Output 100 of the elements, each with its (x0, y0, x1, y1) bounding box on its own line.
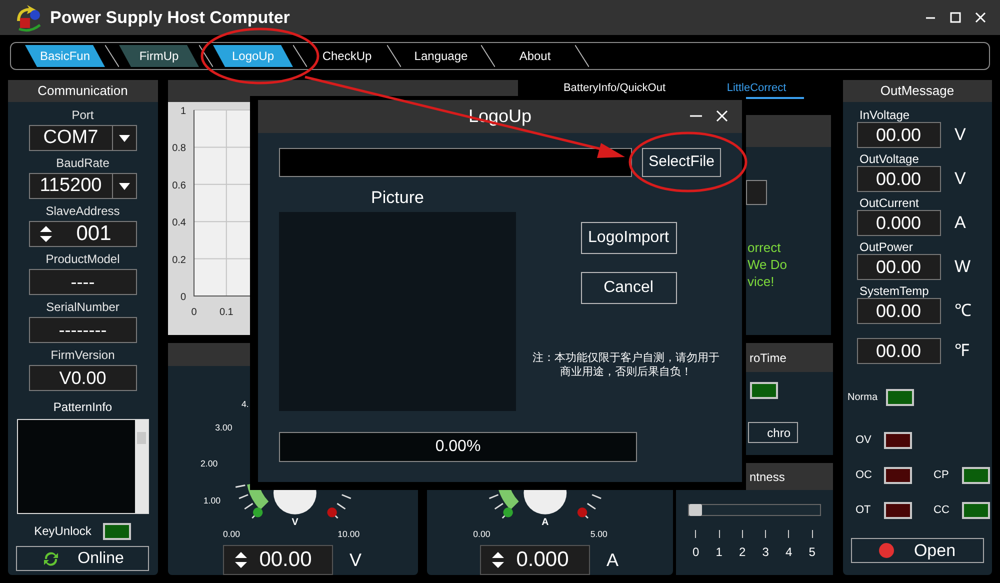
gauge-arc (246, 482, 268, 510)
value-display: 00.00 (856, 166, 940, 192)
input-field[interactable] (746, 180, 766, 205)
select-file-button[interactable]: SelectFile (642, 148, 721, 177)
axis-tick-label: 0.1 (218, 307, 233, 318)
reading-label: OutPower (860, 239, 914, 254)
warning-text: orrect (748, 239, 782, 256)
scale-label: 5 (808, 544, 816, 561)
side-tab[interactable]: BatteryInfo/QuickOut (520, 80, 710, 99)
value-display: 00.00 (856, 254, 940, 280)
slider-thumb[interactable] (688, 504, 702, 516)
dropdown[interactable]: 115200 (28, 173, 137, 199)
axis-tick-label: 0.4 (172, 218, 186, 229)
tab-separator (293, 45, 307, 67)
open-button[interactable]: Open (850, 538, 984, 563)
value-display: ---- (28, 269, 137, 295)
nav-tab[interactable]: FirmUp (119, 45, 199, 67)
field-label: FirmVersion (50, 348, 115, 362)
spinner-field[interactable]: 001 (28, 221, 137, 247)
axis-tick-label: 1 (180, 106, 186, 117)
tab-separator (105, 45, 119, 67)
dropdown[interactable]: COM7 (28, 125, 137, 151)
field-label: KeyUnlock (34, 523, 92, 540)
spinner-field[interactable]: 0.000 (480, 545, 590, 575)
field-label: SlaveAddress (46, 204, 120, 218)
reading-label: OutVoltage (860, 151, 920, 166)
spinner-arrows-icon[interactable] (38, 225, 53, 243)
unit-label: ℉ (954, 340, 970, 362)
scale-label: 1 (716, 544, 722, 561)
maximize-icon[interactable] (950, 12, 961, 23)
axis-tick-label: 0.6 (172, 180, 186, 192)
tab-separator (481, 45, 495, 67)
indicator-label: Norma (848, 391, 879, 405)
axis-tick-label: 0.2 (172, 254, 186, 266)
scale-label: 4 (786, 544, 792, 561)
unit-label: V (954, 168, 966, 190)
indicator-label: OT (856, 503, 872, 518)
slider-track[interactable] (688, 504, 820, 516)
scale-label: 1.00 (202, 496, 220, 506)
value-display: 00.00 (856, 338, 940, 364)
sync-button[interactable]: chro (748, 422, 798, 443)
online-button[interactable]: Online (16, 546, 150, 571)
unit-label: V (954, 124, 966, 146)
unit-label: V (349, 548, 362, 572)
dial-unit: A (541, 518, 548, 529)
scale-label: 0.00 (472, 529, 490, 540)
scale-label: 10.00 (337, 529, 360, 540)
scale-label: 2.00 (200, 458, 218, 469)
indicator-label: OC (856, 468, 873, 484)
caret-down-icon (118, 182, 130, 190)
panel-title: OutMessage (842, 80, 992, 102)
value-display: 0.000 (856, 210, 940, 236)
scale-label: 2 (739, 544, 746, 561)
dial-unit: V (291, 518, 298, 529)
value-display: 00.00 (856, 122, 940, 148)
value-display: 00.00 (856, 298, 940, 324)
warning-text: vice! (748, 273, 776, 290)
indicator-label: OV (856, 433, 872, 448)
field-label: PatternInfo (53, 400, 112, 414)
max-marker (326, 508, 336, 518)
tab-separator (387, 45, 401, 67)
picture-label: Picture (371, 187, 424, 209)
axis-tick-label: 0.8 (172, 143, 186, 154)
axis-tick-label: 0 (180, 292, 186, 303)
panel-title: ntness (750, 468, 785, 486)
value-display: V0.00 (28, 365, 137, 391)
close-icon[interactable] (716, 110, 728, 122)
field-label: BaudRate (56, 156, 110, 170)
reading-label: SystemTemp (860, 283, 930, 298)
indicator-label: CP (934, 468, 950, 484)
spinner-field[interactable]: 00.00 (223, 545, 334, 575)
refresh-icon (42, 550, 60, 568)
unit-label: A (606, 548, 618, 572)
logo-import-button[interactable]: LogoImport (580, 222, 676, 254)
spinner-arrows-icon[interactable] (234, 551, 248, 569)
file-path-field[interactable] (279, 148, 632, 177)
reading-label: InVoltage (860, 107, 911, 122)
progress-reading: 0.00% (435, 437, 481, 457)
unit-label: A (954, 212, 966, 234)
scale-label: 0.00 (222, 529, 240, 540)
field-label: Port (72, 108, 94, 122)
scale-label: 3 (762, 544, 769, 561)
min-marker (502, 508, 512, 518)
scale-label: 3.00 (214, 422, 232, 433)
warning-note: 注：本功能仅限于客户自测，请勿用于商业用途，否则后果自负！ (532, 351, 720, 379)
cancel-button[interactable]: Cancel (580, 272, 676, 304)
reading-label: OutCurrent (860, 195, 920, 210)
warning-text: We Do (748, 256, 788, 273)
caret-down-icon (118, 134, 130, 142)
axis-tick-label: 0 (190, 307, 196, 318)
field-label: ProductModel (46, 252, 120, 266)
scale-label: 4. (241, 399, 248, 410)
value-display: -------- (28, 317, 137, 343)
max-marker (576, 508, 587, 518)
spinner-arrows-icon[interactable] (491, 551, 506, 569)
unit-label: ℃ (954, 300, 972, 322)
close-icon[interactable] (975, 12, 986, 23)
scale-label: 0 (692, 544, 700, 561)
indicator-label: CC (934, 503, 950, 518)
tab-separator (575, 45, 589, 67)
